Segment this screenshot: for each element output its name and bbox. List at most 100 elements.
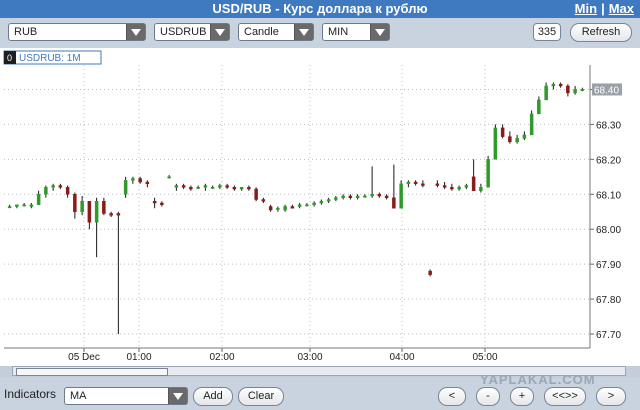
candle-body: [551, 83, 556, 87]
chevron-down-icon[interactable]: [168, 388, 187, 404]
candle-body: [392, 197, 396, 209]
candle-body: [363, 195, 367, 198]
chevron-down-icon[interactable]: [370, 24, 389, 40]
clear-indicators-button[interactable]: Clear: [238, 387, 284, 406]
candle-body: [196, 187, 200, 189]
candle-body: [464, 185, 469, 188]
indicators-bar: Indicators MA Add Clear YAPLAKAL.COM < -…: [0, 372, 640, 410]
symbol-select[interactable]: USDRUB: [154, 23, 230, 41]
candle-body: [261, 199, 266, 202]
candle-body: [232, 187, 237, 190]
size-links: Min | Max: [575, 0, 634, 18]
candle-body: [341, 195, 345, 199]
interval-select[interactable]: MIN: [322, 23, 390, 41]
candle-body: [450, 187, 454, 190]
candle-body: [181, 185, 186, 188]
candle-body: [123, 180, 128, 195]
price-chart[interactable]: 0 USDRUB: 1M 68.40 68.30 68.20 68.10 68.00 67.9…: [0, 48, 640, 366]
y-tick-label: 67.80: [596, 295, 621, 306]
candle-body: [537, 99, 541, 115]
indicator-select[interactable]: MA: [64, 387, 188, 405]
candle-body: [7, 206, 12, 208]
candle-body: [138, 178, 142, 183]
candle-body: [15, 204, 19, 207]
candle-body: [573, 89, 577, 94]
candle-body: [566, 85, 570, 94]
y-tick-label: 68.20: [596, 155, 621, 166]
candle-body: [167, 176, 171, 179]
symbol-value: USDRUB: [160, 26, 207, 38]
zoom-in-button[interactable]: +: [510, 387, 534, 406]
candle-body: [500, 127, 505, 137]
watermark: YAPLAKAL.COM: [480, 372, 596, 387]
candle-body: [218, 185, 222, 188]
x-tick-label: 05 Dec: [68, 352, 100, 363]
candle-body: [312, 202, 316, 206]
candle-body: [58, 185, 63, 188]
refresh-button[interactable]: Refresh: [570, 23, 632, 42]
candle-body: [145, 181, 150, 185]
candle-body: [305, 204, 309, 207]
candle-body: [522, 134, 527, 139]
chevron-down-icon[interactable]: [294, 24, 313, 40]
tab-index: 0: [7, 53, 12, 63]
candle-body: [116, 213, 121, 216]
candle-body: [413, 181, 418, 185]
chart-type-select[interactable]: Candle: [238, 23, 314, 41]
currency-select[interactable]: RUB: [8, 23, 146, 41]
candle-body: [51, 185, 55, 188]
candle-body: [131, 178, 135, 181]
candle-body: [406, 181, 411, 185]
x-tick-label: 02:00: [209, 352, 234, 363]
scroll-left-button[interactable]: <: [438, 387, 466, 406]
fit-all-button[interactable]: <<>>: [544, 387, 586, 406]
y-tick-label: 68.30: [596, 120, 621, 131]
window-title: USD/RUB - Курс доллара к рублю: [212, 1, 428, 16]
scroll-right-button[interactable]: >: [596, 387, 626, 406]
candle-body: [94, 201, 99, 223]
min-link[interactable]: Min: [575, 1, 597, 16]
candle-body: [87, 201, 92, 223]
bar-count-input[interactable]: 335: [533, 23, 561, 41]
link-separator: |: [601, 1, 605, 16]
indicators-label: Indicators: [4, 387, 57, 401]
candle-body: [276, 207, 280, 210]
y-tick-label: 67.70: [596, 330, 621, 341]
candle-body: [174, 185, 179, 188]
title-bar: USD/RUB - Курс доллара к рублю Min | Max: [0, 0, 640, 18]
x-tick-label: 03:00: [297, 352, 322, 363]
y-tick-label: 68.00: [596, 225, 621, 236]
add-indicator-button[interactable]: Add: [193, 387, 233, 406]
candle-body: [44, 187, 48, 195]
candle-body: [29, 204, 34, 207]
candle-body: [189, 187, 193, 190]
candle-body: [428, 270, 432, 275]
candle-body: [384, 195, 389, 199]
candle-body: [529, 113, 534, 136]
candle-body: [544, 85, 548, 101]
zoom-out-button[interactable]: -: [476, 387, 500, 406]
chevron-down-icon[interactable]: [210, 24, 229, 40]
candle-body: [268, 206, 273, 211]
candle-body: [239, 187, 244, 190]
candle-body: [254, 188, 258, 200]
candle-body: [80, 201, 84, 212]
chart-title: USDRUB: 1M: [19, 53, 81, 64]
candle-body: [580, 89, 585, 91]
candle-body: [493, 127, 498, 160]
candle-body: [457, 187, 461, 190]
candle-body: [435, 183, 440, 186]
scroll-thumb[interactable]: [16, 368, 168, 376]
candle-body: [73, 194, 77, 212]
candle-body: [297, 204, 302, 207]
candle-body: [486, 159, 490, 188]
candle-body: [319, 201, 324, 204]
last-price-label: 68.40: [594, 85, 619, 96]
candle-body: [326, 199, 331, 202]
chevron-down-icon[interactable]: [126, 24, 145, 40]
candle-body: [334, 197, 338, 200]
candle-body: [152, 201, 157, 204]
candle-body: [399, 183, 403, 209]
max-link[interactable]: Max: [609, 1, 634, 16]
candle-body: [348, 195, 353, 199]
